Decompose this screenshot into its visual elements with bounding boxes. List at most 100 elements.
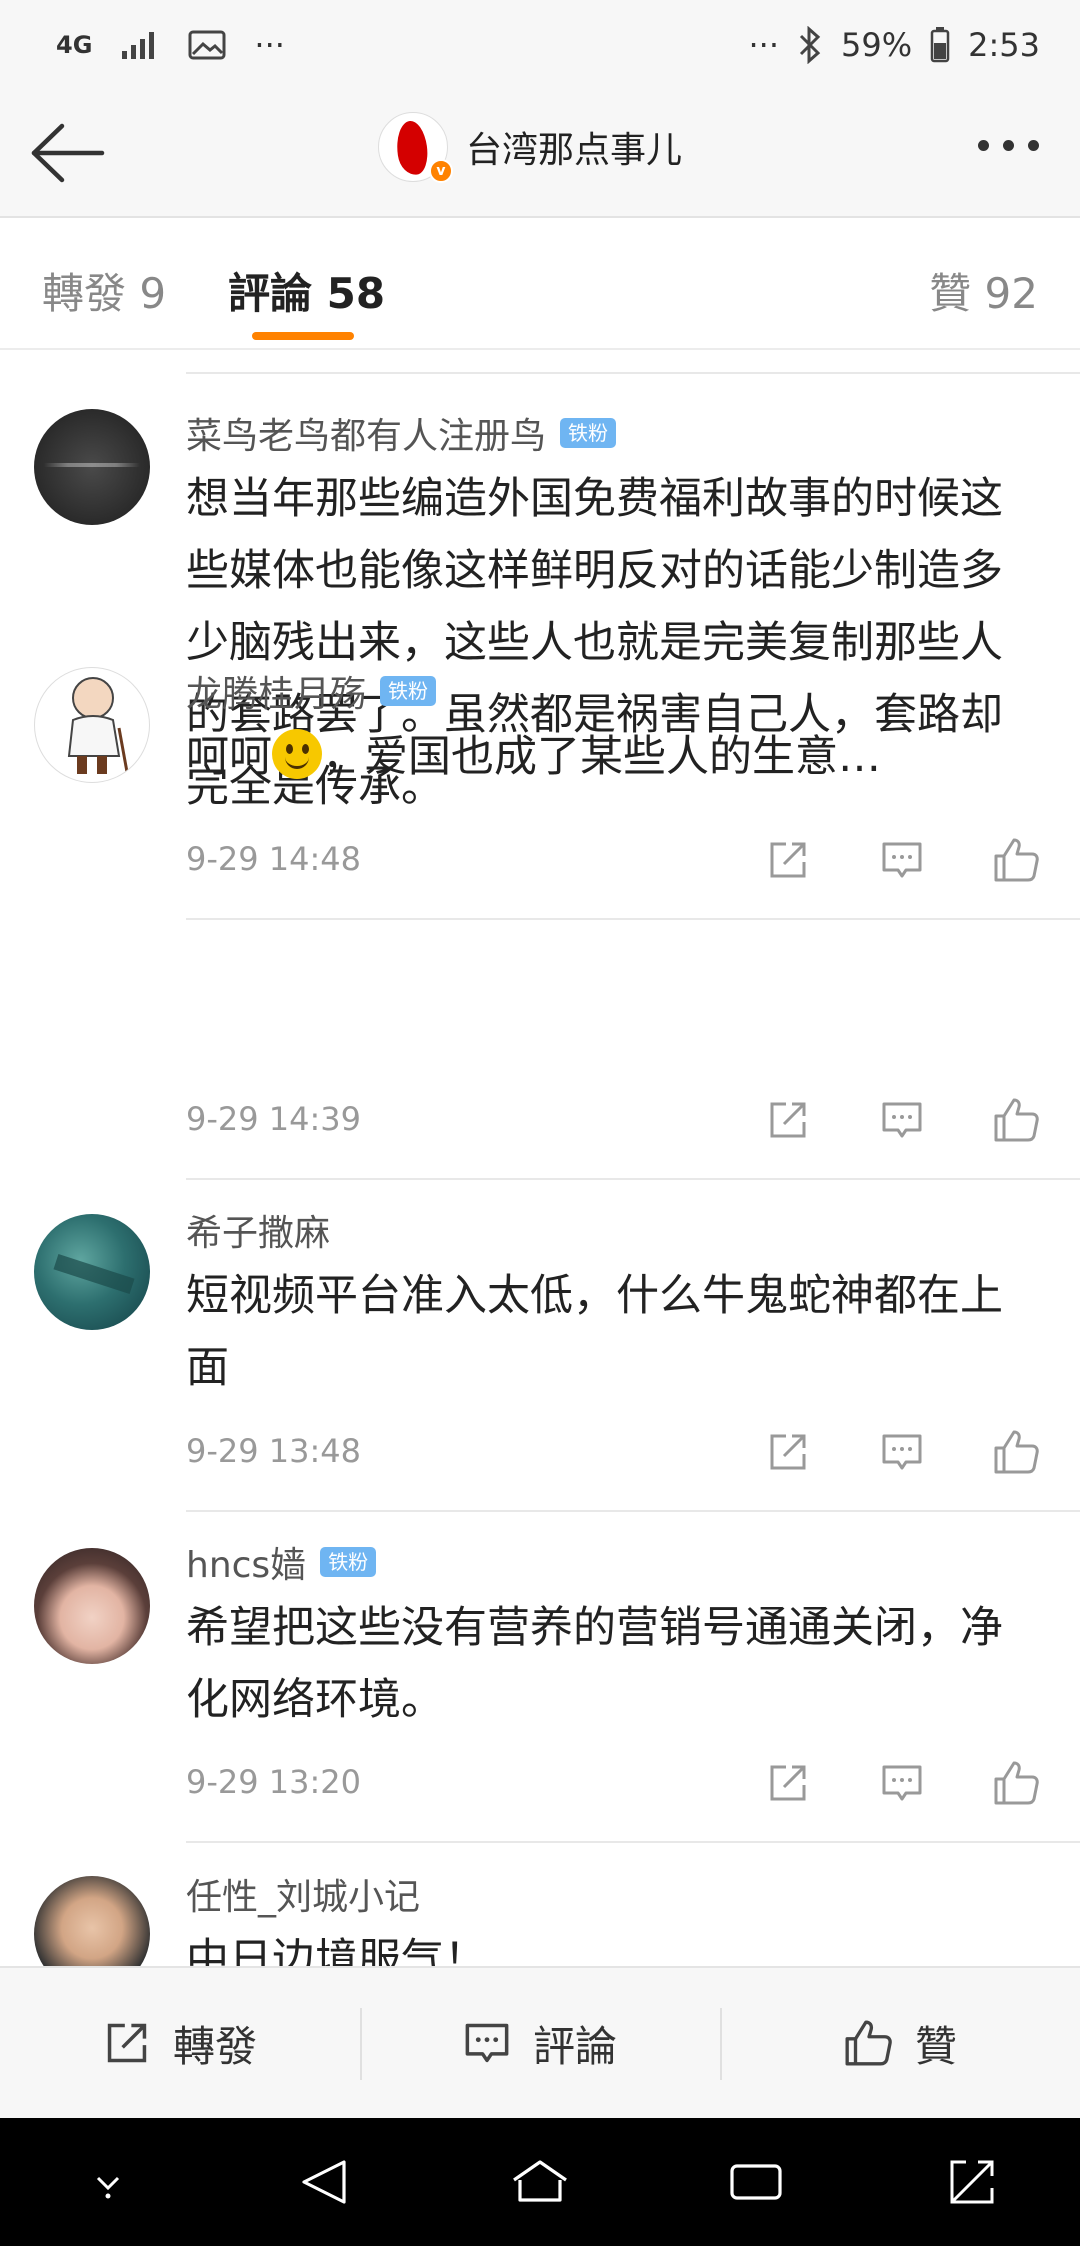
verified-badge-icon: v [429, 159, 453, 183]
system-nav-bar [0, 2118, 1080, 2246]
bottom-repost-button[interactable]: 轉發 [0, 1968, 360, 2118]
comment-time: 9-29 13:48 [186, 1432, 362, 1470]
bottom-like-button[interactable]: 贊 [720, 1968, 1080, 2118]
clock: 2:53 [968, 26, 1040, 64]
comment-text: 呵呵 ，爱国也成了某些人的生意… [186, 721, 1044, 793]
tab-repost[interactable]: 轉發 9 [42, 260, 166, 321]
comment-meta: 9-29 14:48 [186, 832, 1080, 888]
avatar[interactable] [34, 1548, 150, 1664]
bottom-comment-label: 評論 [532, 2021, 617, 2071]
like-icon [994, 1761, 1039, 1805]
like-button[interactable] [982, 1424, 1050, 1480]
nav-home-button[interactable] [500, 2142, 580, 2222]
share-button[interactable] [754, 832, 822, 888]
comment-time: 9-29 14:48 [186, 840, 362, 878]
comment-meta: 9-29 14:39 [186, 1092, 1080, 1148]
page-title: 台湾那点事儿 [466, 130, 683, 171]
more-button[interactable] [978, 130, 1050, 160]
comment-actions [754, 1755, 1050, 1811]
nav-hide-button[interactable] [68, 2142, 148, 2222]
header: v 台湾那点事儿 [0, 90, 1080, 218]
nav-down-icon [96, 2176, 120, 2199]
username[interactable]: 菜鸟老鸟都有人注册鸟 [186, 407, 546, 459]
network-type: 4G [56, 31, 93, 59]
bluetooth-icon [799, 26, 821, 64]
share-icon [770, 842, 806, 878]
like-icon [994, 1098, 1039, 1142]
comment-body: hncs嫱 铁粉 希望把这些没有营养的营销号通通关闭，净化网络环境。 [186, 1538, 1044, 1736]
nav-expand-button[interactable] [932, 2142, 1012, 2222]
battery-percent: 59% [841, 26, 913, 64]
avatar[interactable] [34, 667, 150, 783]
comment-icon [882, 842, 922, 878]
tab-like[interactable]: 贊 92 [929, 260, 1038, 321]
bottom-action-bar: 轉發 評論 贊 [0, 1966, 1080, 2118]
avatar-graphic [393, 119, 431, 177]
reply-button[interactable] [868, 1424, 936, 1480]
divider [186, 1178, 1080, 1180]
tab-comment[interactable]: 評論 58 [228, 260, 385, 321]
comment-actions [754, 1424, 1050, 1480]
nav-recents-button[interactable] [716, 2142, 796, 2222]
nav-recents-icon [730, 2164, 782, 2200]
like-button[interactable] [982, 1755, 1050, 1811]
comment-text: 短视频平台准入太低，什么牛鬼蛇神都在上面 [186, 1271, 1003, 1393]
like-button[interactable] [982, 832, 1050, 888]
nav-back-button[interactable] [284, 2142, 364, 2222]
avatar[interactable] [34, 409, 150, 525]
account-avatar[interactable]: v [378, 112, 453, 183]
comment-header: 希子撒麻 [186, 1206, 1044, 1254]
comment-meta: 9-29 13:48 [186, 1424, 1080, 1480]
bottom-comment-button[interactable]: 評論 [360, 1968, 720, 2118]
comment-time: 9-29 13:20 [186, 1763, 362, 1801]
like-icon [994, 838, 1039, 882]
tab-bar: 轉發 9 評論 58 贊 92 [0, 220, 1080, 350]
avatar[interactable] [34, 1876, 150, 1966]
status-right: ··· 59% 2:53 [749, 26, 1040, 64]
comment-header: 菜鸟老鸟都有人注册鸟 铁粉 [186, 409, 1044, 457]
comment-header: hncs嫱 铁粉 [186, 1538, 1044, 1586]
comment-body: 任性_刘城小记 中日边境服气！ [186, 1870, 1044, 1966]
signal-icon [122, 32, 155, 59]
comment-body: 希子撒麻 短视频平台准入太低，什么牛鬼蛇神都在上面 [186, 1206, 1044, 1404]
image-icon [188, 30, 226, 60]
username[interactable]: 龙腾桂月殇 [186, 665, 366, 717]
reply-button[interactable] [868, 1092, 936, 1148]
comment-actions [754, 832, 1050, 888]
reply-button[interactable] [868, 832, 936, 888]
username[interactable]: hncs嫱 [186, 1536, 306, 1588]
battery-icon [930, 27, 950, 63]
comment-list[interactable]: 菜鸟老鸟都有人注册鸟 铁粉 想当年那些编造外国免费福利故事的时候这些媒体也能像这… [0, 352, 1080, 1966]
username[interactable]: 希子撒麻 [186, 1204, 330, 1256]
comment-icon [465, 2023, 509, 2063]
share-button[interactable] [754, 1092, 822, 1148]
comment-meta: 9-29 13:20 [186, 1755, 1080, 1811]
comment-icon [882, 1434, 922, 1470]
back-button[interactable] [28, 120, 108, 186]
comment-text: 希望把这些没有营养的营销号通通关闭，净化网络环境。 [186, 1603, 1003, 1725]
reply-button[interactable] [868, 1755, 936, 1811]
more-dot-icon [1028, 139, 1039, 151]
avatar-graphic [67, 677, 129, 774]
title-wrap[interactable]: v 台湾那点事儿 [378, 112, 683, 183]
fan-badge: 铁粉 [380, 676, 437, 706]
comment-icon [882, 1765, 922, 1801]
comment-text: 中日边境服气！ [186, 1935, 487, 1966]
divider [186, 372, 1080, 374]
more-dot-icon [1003, 139, 1014, 151]
share-icon [107, 2023, 147, 2063]
like-icon [994, 1430, 1039, 1474]
comment-actions [754, 1092, 1050, 1148]
avatar[interactable] [34, 1214, 150, 1330]
comment-time: 9-29 14:39 [186, 1100, 362, 1138]
fan-badge: 铁粉 [560, 418, 617, 448]
share-button[interactable] [754, 1755, 822, 1811]
nav-home-icon [513, 2160, 567, 2202]
username[interactable]: 任性_刘城小记 [186, 1868, 420, 1920]
comment-text-part: 呵呵 [186, 732, 272, 782]
status-more-left: ··· [254, 26, 285, 64]
share-button[interactable] [754, 1424, 822, 1480]
bottom-like-label: 贊 [914, 2021, 957, 2071]
bottom-repost-label: 轉發 [172, 2021, 257, 2071]
like-button[interactable] [982, 1092, 1050, 1148]
